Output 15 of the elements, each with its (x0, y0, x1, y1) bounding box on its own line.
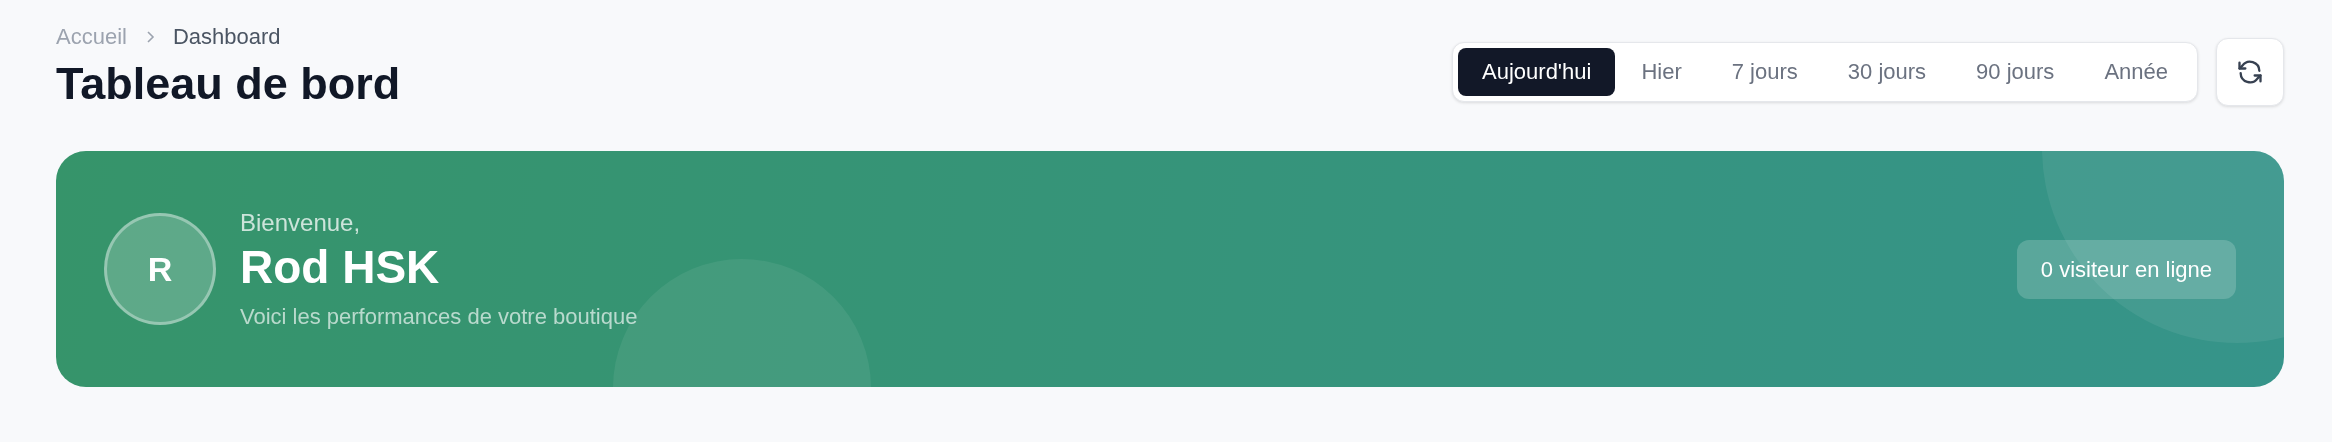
online-visitors-badge: 0 visiteur en ligne (2016, 239, 2236, 299)
period-tab[interactable]: 7 jours (1707, 47, 1822, 97)
user-name: Rod HSK (240, 241, 441, 294)
greeting-text: Bienvenue, (240, 208, 362, 239)
subtitle-text: Voici les performances de votre boutique (240, 302, 639, 331)
breadcrumb-current: Dashboard (172, 23, 281, 51)
period-tab[interactable]: 30 jours (1823, 47, 1951, 97)
page-title: Tableau de bord (56, 57, 401, 111)
refresh-button[interactable] (2216, 38, 2284, 106)
period-tab[interactable]: Aujourd'hui (1458, 47, 1616, 97)
period-tab[interactable]: 90 jours (1952, 47, 2079, 97)
refresh-icon (2236, 58, 2264, 86)
period-tab[interactable]: Année (2080, 47, 2192, 97)
period-tab[interactable]: Hier (1617, 47, 1706, 97)
avatar: R (104, 213, 216, 325)
